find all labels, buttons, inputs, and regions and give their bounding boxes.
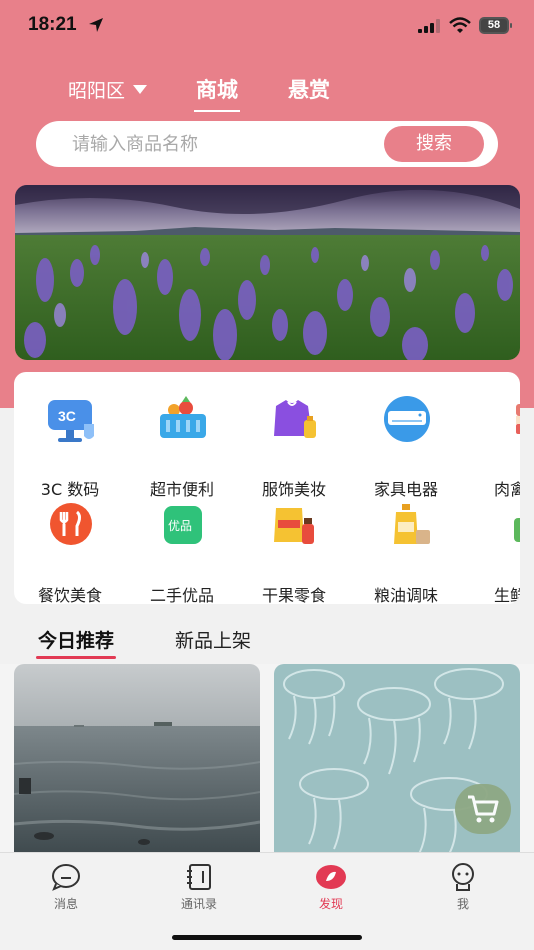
category-label: 肉禽蛋 bbox=[493, 480, 520, 499]
tab-messages[interactable]: 消息 bbox=[26, 863, 106, 912]
svg-text:优品: 优品 bbox=[168, 519, 192, 533]
oil-icon bbox=[394, 504, 430, 544]
tab-label: 发现 bbox=[318, 897, 343, 911]
status-time: 18:21 bbox=[28, 14, 77, 35]
status-bar: 18:21 58 bbox=[0, 0, 534, 54]
caret-down-icon bbox=[133, 85, 148, 94]
dining-icon bbox=[50, 503, 92, 545]
cart-button[interactable] bbox=[455, 784, 511, 834]
category-fresh[interactable]: 生鲜水 bbox=[462, 502, 520, 604]
search-input[interactable] bbox=[72, 131, 372, 157]
category-appliances[interactable]: 家具电器 bbox=[350, 396, 462, 499]
region-selector[interactable]: 昭阳区 bbox=[68, 76, 148, 103]
location-arrow-icon bbox=[89, 18, 103, 32]
region-label: 昭阳区 bbox=[68, 80, 126, 102]
tab-new-arrivals[interactable]: 新品上架 bbox=[175, 626, 251, 653]
svg-text:3C: 3C bbox=[58, 408, 76, 424]
contacts-icon bbox=[187, 864, 211, 890]
air-conditioner-icon bbox=[384, 396, 430, 442]
monitor-3c-icon: 3C bbox=[48, 400, 94, 442]
home-indicator bbox=[172, 935, 362, 940]
wifi-icon bbox=[449, 17, 471, 33]
cart-icon bbox=[468, 795, 499, 823]
category-meat[interactable]: 肉禽蛋 bbox=[462, 396, 520, 499]
search-bar: 搜索 bbox=[36, 121, 498, 167]
tab-label: 我 bbox=[456, 897, 469, 911]
tab-profile[interactable]: 我 bbox=[423, 863, 503, 912]
tab-discover[interactable]: 发现 bbox=[291, 863, 371, 912]
battery-icon: 58 bbox=[479, 17, 512, 34]
category-supermarket[interactable]: 超市便利 bbox=[126, 396, 238, 499]
clothing-icon bbox=[274, 400, 316, 438]
profile-icon bbox=[452, 863, 474, 891]
category-clothing[interactable]: 服饰美妆 bbox=[238, 396, 350, 499]
tab-mall[interactable]: 商城 bbox=[194, 74, 240, 112]
category-label: 生鲜水 bbox=[493, 586, 520, 604]
search-button[interactable]: 搜索 bbox=[384, 126, 484, 162]
category-grain-oil[interactable]: 粮油调味 bbox=[350, 502, 462, 604]
product-card[interactable] bbox=[14, 664, 260, 854]
signal-icon bbox=[418, 19, 440, 33]
tab-label: 消息 bbox=[53, 897, 78, 911]
banner-image[interactable] bbox=[15, 185, 520, 360]
fresh-basket-icon bbox=[514, 518, 520, 542]
tab-label: 通讯录 bbox=[180, 897, 217, 911]
basket-icon bbox=[160, 396, 206, 438]
category-grid: 3C 3C 数码 超市便利 服饰美妆 家具电器 肉禽 餐饮美食 优品 二手优品 … bbox=[14, 372, 520, 604]
lupine-field-photo bbox=[15, 185, 520, 360]
sea-fog-photo bbox=[14, 664, 260, 854]
discover-icon bbox=[316, 865, 346, 889]
secondhand-icon: 优品 bbox=[164, 506, 202, 544]
tab-contacts[interactable]: 通讯录 bbox=[159, 863, 239, 912]
snacks-icon bbox=[274, 508, 314, 544]
tab-today-recommend[interactable]: 今日推荐 bbox=[35, 626, 117, 659]
category-snacks[interactable]: 干果零食 bbox=[238, 502, 350, 604]
tab-bounty[interactable]: 悬赏 bbox=[288, 74, 330, 104]
category-3c[interactable]: 3C 3C 数码 bbox=[14, 396, 126, 499]
category-dining[interactable]: 餐饮美食 bbox=[14, 502, 126, 604]
message-icon bbox=[52, 864, 80, 891]
category-secondhand[interactable]: 优品 二手优品 bbox=[126, 502, 238, 604]
meat-icon bbox=[516, 404, 520, 434]
